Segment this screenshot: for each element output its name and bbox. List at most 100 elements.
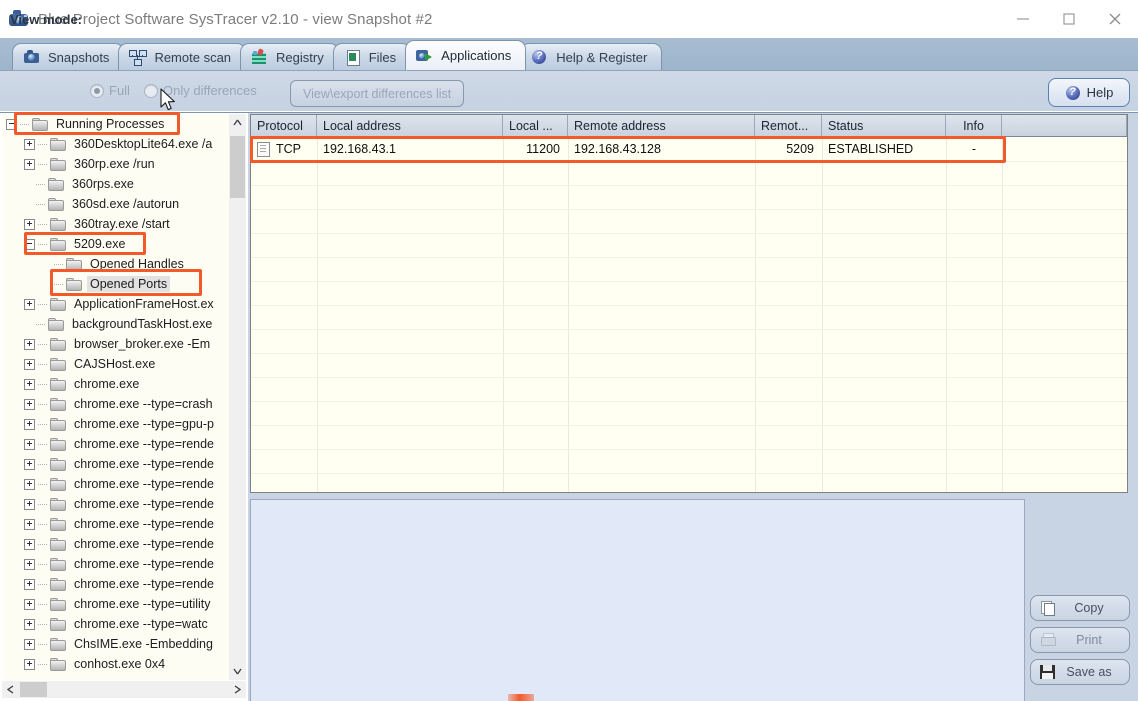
tree-item-label: browser_broker.exe -Em — [74, 337, 211, 351]
tree-item[interactable]: chrome.exe --type=gpu-p — [2, 414, 229, 434]
tab-files[interactable]: Files — [332, 43, 412, 70]
expand-icon[interactable] — [24, 578, 35, 590]
expand-icon[interactable] — [24, 158, 35, 170]
tab-label: Snapshots — [48, 49, 110, 65]
scroll-down-icon[interactable] — [229, 663, 246, 680]
tab-applications[interactable]: Applications — [405, 40, 527, 70]
expand-icon[interactable] — [24, 438, 35, 450]
view-export-differences-button[interactable]: View\export differences list — [290, 80, 465, 107]
list-column-header[interactable]: Status — [822, 115, 946, 136]
maximize-icon[interactable] — [1046, 0, 1092, 38]
list-column-header[interactable]: Remot... — [755, 115, 822, 136]
expand-icon[interactable] — [24, 338, 35, 350]
close-icon[interactable] — [1092, 0, 1138, 38]
expand-icon[interactable] — [24, 538, 35, 550]
tree-hscroll-thumb[interactable] — [20, 682, 47, 697]
tree-item[interactable]: CAJSHost.exe — [2, 354, 229, 374]
tree-item-label: 360sd.exe /autorun — [72, 197, 180, 211]
folder-icon — [48, 317, 64, 331]
tree-item[interactable]: chrome.exe --type=rende — [2, 434, 229, 454]
list-column-header[interactable]: Protocol — [251, 115, 317, 136]
tree-item[interactable]: chrome.exe --type=rende — [2, 514, 229, 534]
tree-item[interactable]: 360rp.exe /run — [2, 154, 229, 174]
expand-icon[interactable] — [24, 298, 35, 310]
tree-connector — [38, 663, 48, 665]
tab-help-register[interactable]: ? Help & Register — [520, 43, 663, 70]
scroll-right-icon[interactable] — [229, 681, 246, 698]
tree-item[interactable]: ApplicationFrameHost.ex — [2, 294, 229, 314]
tree-item[interactable]: chrome.exe — [2, 374, 229, 394]
tree-connector — [38, 423, 48, 425]
tree-item[interactable]: chrome.exe --type=crash — [2, 394, 229, 414]
tree-item[interactable]: chrome.exe --type=watc — [2, 614, 229, 634]
expand-icon[interactable] — [24, 638, 35, 650]
collapse-icon[interactable] — [6, 118, 17, 130]
tree-item[interactable]: 360sd.exe /autorun — [2, 194, 229, 214]
expand-icon[interactable] — [24, 138, 35, 150]
tree-item[interactable]: 360rps.exe — [2, 174, 229, 194]
tree-item[interactable]: 360tray.exe /start — [2, 214, 229, 234]
print-button[interactable]: Print — [1030, 627, 1130, 653]
opened-ports-list[interactable]: Protocol Local address Local ... Remote add… — [250, 114, 1128, 493]
expand-icon[interactable] — [24, 618, 35, 630]
expand-icon[interactable] — [24, 458, 35, 470]
expand-icon[interactable] — [24, 478, 35, 490]
scroll-left-icon[interactable] — [2, 681, 19, 698]
grid-line-horizontal — [251, 473, 1127, 474]
tree-vertical-scrollbar[interactable] — [229, 114, 246, 680]
tree-item[interactable]: Opened Ports — [2, 274, 229, 294]
expand-icon[interactable] — [24, 498, 35, 510]
tree-scroll-thumb[interactable] — [230, 136, 245, 198]
tab-snapshots[interactable]: Snapshots — [12, 43, 125, 70]
expand-icon[interactable] — [24, 358, 35, 370]
tree-item[interactable]: chrome.exe --type=rende — [2, 574, 229, 594]
radio-only-differences[interactable]: Only differences — [144, 83, 257, 98]
expand-icon[interactable] — [24, 658, 35, 670]
tree-item[interactable]: backgroundTaskHost.exe — [2, 314, 229, 334]
tab-registry[interactable]: Registry — [240, 43, 339, 70]
tree-item[interactable]: browser_broker.exe -Em — [2, 334, 229, 354]
list-column-header[interactable]: Local address — [317, 115, 503, 136]
tree-connector — [38, 403, 48, 405]
tree-item[interactable]: chrome.exe --type=rende — [2, 554, 229, 574]
tab-remote-scan[interactable]: Remote scan — [118, 43, 247, 70]
tree-item[interactable]: 5209.exe — [2, 234, 229, 254]
list-column-header[interactable]: Local ... — [503, 115, 568, 136]
list-column-header[interactable]: Info — [946, 115, 1002, 136]
tree-item[interactable]: ChsIME.exe -Embedding — [2, 634, 229, 654]
radio-full-indicator — [90, 83, 104, 98]
expand-icon[interactable] — [24, 398, 35, 410]
tree-item[interactable]: conhost.exe 0x4 — [2, 654, 229, 674]
tree-item[interactable]: chrome.exe --type=rende — [2, 474, 229, 494]
table-row[interactable]: TCP 192.168.43.1 11200 192.168.43.128 5209 ES… — [251, 137, 1127, 161]
tree-item[interactable]: Running Processes — [2, 114, 229, 134]
tree-item[interactable]: Opened Handles — [2, 254, 229, 274]
minimize-icon[interactable] — [1000, 0, 1046, 38]
detail-text-pane[interactable] — [250, 499, 1025, 701]
scroll-up-icon[interactable] — [229, 114, 246, 131]
tree-item[interactable]: chrome.exe --type=utility — [2, 594, 229, 614]
radio-full[interactable]: Full — [90, 83, 130, 98]
help-button[interactable]: ? Help — [1048, 78, 1130, 107]
expand-icon[interactable] — [24, 598, 35, 610]
tree-item[interactable]: chrome.exe --type=rende — [2, 494, 229, 514]
expand-icon[interactable] — [24, 518, 35, 530]
grid-line-horizontal — [251, 425, 1127, 426]
grid-line-horizontal — [251, 401, 1127, 402]
expand-icon[interactable] — [24, 558, 35, 570]
save-as-button[interactable]: Save as — [1030, 659, 1130, 685]
tree-item[interactable]: chrome.exe --type=rende — [2, 454, 229, 474]
tree-horizontal-scrollbar[interactable] — [2, 681, 246, 698]
tree-item[interactable]: 360DesktopLite64.exe /a — [2, 134, 229, 154]
tree-item-label: chrome.exe — [74, 377, 140, 391]
copy-button[interactable]: Copy — [1030, 595, 1130, 621]
expand-icon[interactable] — [24, 378, 35, 390]
cell-status: ESTABLISHED — [828, 142, 914, 156]
grid-line-horizontal — [251, 185, 1127, 186]
collapse-icon[interactable] — [24, 238, 35, 250]
expand-icon[interactable] — [24, 418, 35, 430]
expand-icon[interactable] — [24, 218, 35, 230]
list-column-header[interactable]: Remote address — [568, 115, 755, 136]
process-tree-scroll-area[interactable]: Running Processes 360DesktopLite64.exe /a… — [2, 114, 229, 680]
tree-item[interactable]: chrome.exe --type=rende — [2, 534, 229, 554]
